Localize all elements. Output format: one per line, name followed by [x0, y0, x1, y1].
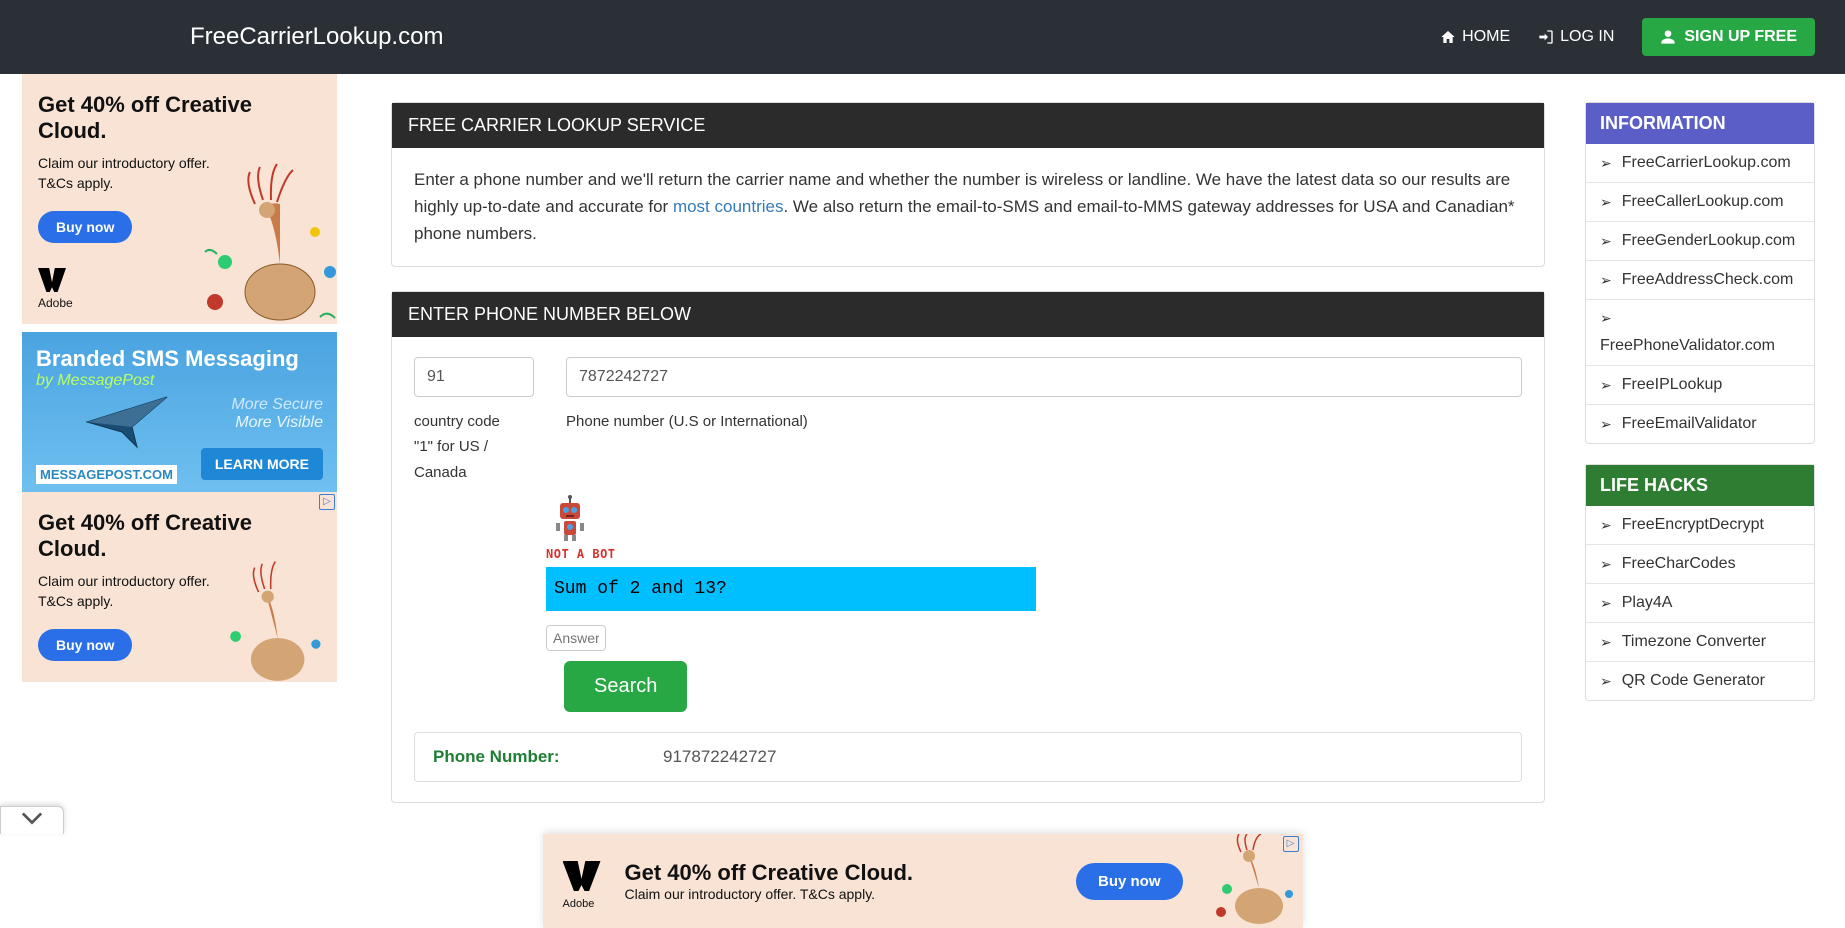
ad-sms-line2: by MessagePost — [36, 372, 323, 390]
home-icon — [1440, 29, 1456, 45]
bottom-ad-cta[interactable]: Buy now — [1076, 863, 1183, 900]
info-item-6[interactable]: ➢FreeEmailValidator — [1586, 404, 1814, 443]
arrow-icon: ➢ — [1600, 272, 1612, 289]
ad-cc2-title: Get 40% off Creative Cloud. — [38, 510, 321, 562]
arrow-icon: ➢ — [1600, 194, 1612, 211]
most-countries-link[interactable]: most countries — [673, 197, 784, 216]
phone-input[interactable] — [566, 357, 1522, 397]
page-body: Get 40% off Creative Cloud. Claim our in… — [0, 74, 1845, 827]
signup-label: SIGN UP FREE — [1684, 28, 1797, 46]
robot-icon — [546, 495, 594, 543]
arrow-icon: ➢ — [1600, 673, 1612, 690]
ad-messagepost[interactable]: Branded SMS Messaging by MessagePost Mor… — [22, 332, 337, 492]
country-code-col: country code "1" for US / Canada — [414, 357, 534, 486]
hacks-item-1[interactable]: ➢FreeCharCodes — [1586, 544, 1814, 583]
arrow-icon: ➢ — [1600, 233, 1612, 250]
home-link[interactable]: HOME — [1440, 28, 1510, 46]
info-item-5[interactable]: ➢FreeIPLookup — [1586, 365, 1814, 404]
adobe-logo: Adobe — [563, 861, 603, 901]
ad-illustration-2 — [195, 560, 337, 682]
home-label: HOME — [1462, 28, 1510, 46]
login-icon — [1538, 29, 1554, 45]
main-column: FREE CARRIER LOOKUP SERVICE Enter a phon… — [337, 74, 1585, 827]
captcha-label: NOT A BOT — [546, 547, 616, 561]
arrow-icon: ➢ — [1600, 595, 1612, 612]
hacks-item-3[interactable]: ➢Timezone Converter — [1586, 622, 1814, 661]
bottom-ad-illustration — [1209, 834, 1299, 928]
right-sidebar: INFORMATION ➢FreeCarrierLookup.com ➢Free… — [1585, 74, 1845, 721]
info-item-0[interactable]: ➢FreeCarrierLookup.com — [1586, 144, 1814, 182]
arrow-icon: ➢ — [1600, 634, 1612, 651]
ad-cc2-cta[interactable]: Buy now — [38, 629, 132, 661]
navbar-right: HOME LOG IN SIGN UP FREE — [1440, 18, 1815, 56]
arrow-icon: ➢ — [1600, 416, 1612, 433]
arrow-icon: ➢ — [1600, 155, 1612, 172]
lifehacks-list: ➢FreeEncryptDecrypt ➢FreeCharCodes ➢Play… — [1586, 506, 1814, 700]
paper-plane-icon — [82, 392, 172, 452]
ad-illustration — [195, 162, 337, 324]
login-link[interactable]: LOG IN — [1538, 28, 1614, 46]
adobe-logo: Adobe — [38, 268, 73, 310]
result-value: 917872242727 — [663, 747, 776, 767]
ad-cc-title: Get 40% off Creative Cloud. — [38, 92, 321, 144]
information-panel: INFORMATION ➢FreeCarrierLookup.com ➢Free… — [1585, 102, 1815, 444]
phone-help: Phone number (U.S or International) — [566, 409, 1522, 435]
lifehacks-panel: LIFE HACKS ➢FreeEncryptDecrypt ➢FreeChar… — [1585, 464, 1815, 701]
navbar: FreeCarrierLookup.com HOME LOG IN SIGN U… — [0, 0, 1845, 74]
lifehacks-heading: LIFE HACKS — [1586, 465, 1814, 506]
bottom-ad-text: Get 40% off Creative Cloud. Claim our in… — [625, 860, 914, 902]
ad-collapse-button[interactable] — [0, 806, 64, 834]
captcha-question: Sum of 2 and 13? — [546, 567, 1036, 611]
ad-cc-cta[interactable]: Buy now — [38, 211, 132, 243]
info-item-2[interactable]: ➢FreeGenderLookup.com — [1586, 221, 1814, 260]
arrow-icon: ➢ — [1600, 377, 1612, 394]
arrow-icon: ➢ — [1600, 517, 1612, 534]
information-heading: INFORMATION — [1586, 103, 1814, 144]
ad-sms-line1: Branded SMS Messaging — [36, 346, 323, 372]
result-panel: Phone Number: 917872242727 — [414, 732, 1522, 782]
login-label: LOG IN — [1560, 28, 1614, 46]
result-label: Phone Number: — [433, 747, 663, 767]
bottom-ad[interactable]: ▷ Adobe Get 40% off Creative Cloud. Clai… — [543, 834, 1303, 928]
info-item-3[interactable]: ➢FreeAddressCheck.com — [1586, 260, 1814, 299]
hacks-item-4[interactable]: ➢QR Code Generator — [1586, 661, 1814, 700]
service-heading: FREE CARRIER LOOKUP SERVICE — [392, 103, 1544, 148]
info-item-4[interactable]: ➢FreePhoneValidator.com — [1586, 299, 1814, 365]
phone-col: Phone number (U.S or International) — [566, 357, 1522, 435]
bottom-ad-wrap: ▷ Adobe Get 40% off Creative Cloud. Clai… — [0, 834, 1845, 928]
ad-sms-line3: More Secure — [36, 396, 323, 414]
arrow-icon: ➢ — [1600, 310, 1612, 327]
brand-link[interactable]: FreeCarrierLookup.com — [190, 23, 443, 51]
ad-sms-line4: More Visible — [36, 414, 323, 432]
ad-creative-cloud-1[interactable]: Get 40% off Creative Cloud. Claim our in… — [22, 74, 337, 324]
country-code-input[interactable] — [414, 357, 534, 397]
service-body: Enter a phone number and we'll return th… — [392, 148, 1544, 266]
ad-creative-cloud-2[interactable]: ▷ Get 40% off Creative Cloud. Claim our … — [22, 492, 337, 682]
ad-sms-footer: MESSAGEPOST.COM — [36, 465, 177, 484]
ad-choices-icon[interactable]: ▷ — [319, 494, 335, 510]
form-panel: ENTER PHONE NUMBER BELOW country code "1… — [391, 291, 1545, 804]
captcha-area: NOT A BOT Sum of 2 and 13? Search — [392, 495, 1544, 732]
form-row: country code "1" for US / Canada Phone n… — [392, 337, 1544, 496]
info-item-1[interactable]: ➢FreeCallerLookup.com — [1586, 182, 1814, 221]
hacks-item-2[interactable]: ➢Play4A — [1586, 583, 1814, 622]
signup-button[interactable]: SIGN UP FREE — [1642, 18, 1815, 56]
chevron-down-icon — [21, 811, 43, 825]
left-ad-column: Get 40% off Creative Cloud. Claim our in… — [0, 74, 337, 690]
hacks-item-0[interactable]: ➢FreeEncryptDecrypt — [1586, 506, 1814, 544]
user-icon — [1660, 29, 1676, 45]
search-button[interactable]: Search — [564, 661, 687, 712]
captcha-robot: NOT A BOT — [546, 495, 1522, 561]
ad-sms-cta[interactable]: LEARN MORE — [201, 448, 323, 480]
information-list: ➢FreeCarrierLookup.com ➢FreeCallerLookup… — [1586, 144, 1814, 443]
service-panel: FREE CARRIER LOOKUP SERVICE Enter a phon… — [391, 102, 1545, 267]
arrow-icon: ➢ — [1600, 556, 1612, 573]
country-code-help: country code "1" for US / Canada — [414, 409, 534, 486]
form-heading: ENTER PHONE NUMBER BELOW — [392, 292, 1544, 337]
captcha-answer-input[interactable] — [546, 625, 606, 651]
